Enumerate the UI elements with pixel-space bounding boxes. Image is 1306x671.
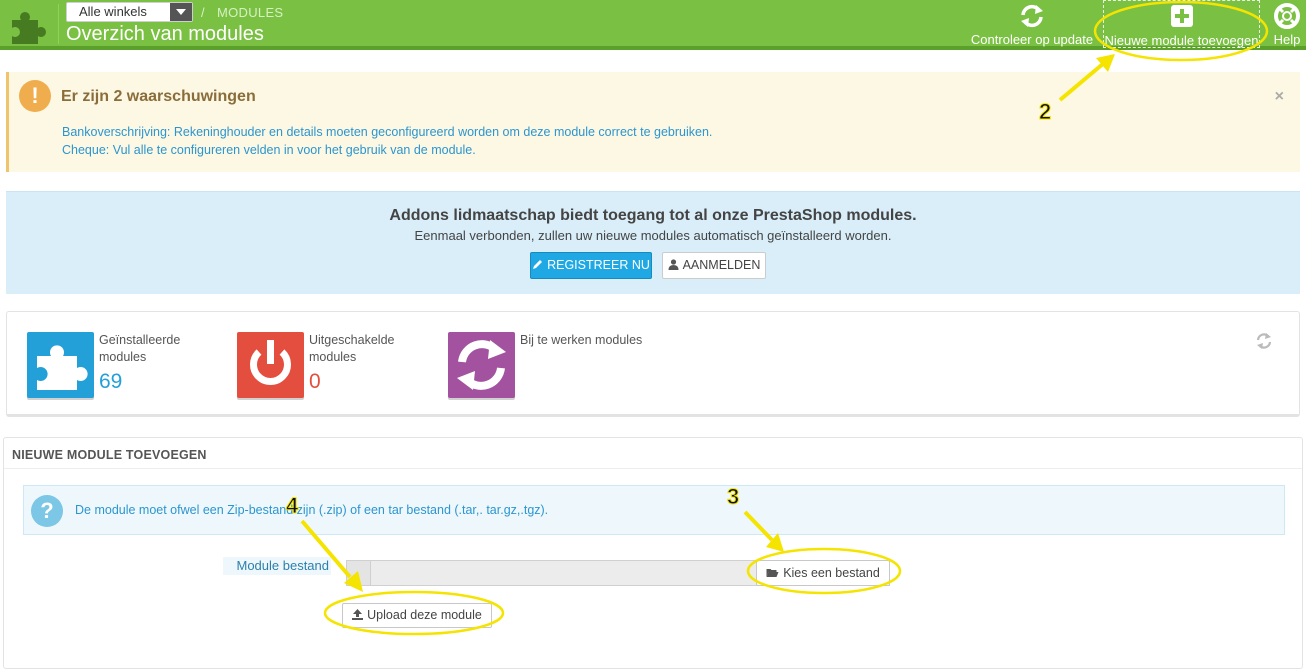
register-label: REGISTREER NU — [547, 258, 650, 272]
addons-title: Addons lidmaatschap biedt toegang tot al… — [389, 207, 917, 224]
warning-line-bankwire[interactable]: Bankoverschrijving: Rekeninghouder en de… — [62, 125, 712, 139]
disabled-modules-count[interactable]: 0 — [309, 370, 321, 394]
folder-open-icon — [766, 569, 779, 577]
addons-banner: Addons lidmaatschap biedt toegang tot al… — [6, 191, 1300, 294]
chevron-down-icon[interactable] — [170, 3, 192, 21]
upload-module-label: Upload deze module — [367, 608, 482, 622]
puzzle-logo-icon[interactable] — [8, 4, 50, 44]
add-new-module-label: Nieuwe module toevoegen — [1104, 33, 1259, 48]
info-alert: ? De module moet ofwel een Zip-bestand z… — [23, 485, 1285, 535]
add-new-module-button[interactable]: Nieuwe module toevoegen — [1103, 0, 1260, 48]
module-stats-panel: Geïnstalleerde modules 69 Uitgeschakelde… — [6, 311, 1300, 417]
refresh-icon — [1021, 4, 1043, 28]
info-text: De module moet ofwel een Zip-bestand zij… — [75, 503, 549, 517]
warning-alert: ! Er zijn 2 waarschuwingen Bankoverschri… — [6, 72, 1300, 172]
page-title: Overzich van modules — [66, 23, 264, 45]
add-module-panel: NIEUWE MODULE TOEVOEGEN ? De module moet… — [3, 437, 1303, 669]
close-icon[interactable]: × — [1275, 88, 1284, 106]
user-icon — [668, 259, 679, 270]
choose-file-label: Kies een bestand — [783, 566, 880, 580]
breadcrumb[interactable]: MODULES — [217, 5, 283, 20]
register-button[interactable]: REGISTREER NU — [530, 252, 652, 279]
modules-page: Alle winkels / MODULES Overzich van modu… — [0, 0, 1306, 671]
callout-number-3: 3 — [726, 484, 740, 510]
login-label: AANMELDEN — [682, 258, 761, 272]
addons-subtitle: Eenmaal verbonden, zullen uw nieuwe modu… — [414, 228, 892, 243]
puzzle-icon — [27, 332, 94, 398]
callout-number-4: 4 — [285, 493, 299, 519]
check-update-label: Controleer op update — [970, 32, 1094, 47]
disabled-modules-label: Uitgeschakelde modules — [309, 333, 395, 364]
panel-heading: NIEUWE MODULE TOEVOEGEN — [4, 438, 1302, 469]
warning-line-cheque[interactable]: Cheque: Vul alle te configureren velden … — [62, 143, 476, 157]
installed-modules-label: Geïnstalleerde modules — [99, 333, 181, 364]
choose-file-button[interactable]: Kies een bestand — [756, 560, 890, 586]
plus-square-icon — [1170, 5, 1193, 27]
check-update-button[interactable]: Controleer op update — [970, 0, 1094, 48]
help-label: Help — [1273, 32, 1301, 47]
lifebuoy-icon — [1274, 3, 1300, 29]
warning-icon: ! — [19, 80, 51, 112]
file-input-addon — [347, 561, 371, 585]
pencil-icon — [533, 260, 543, 269]
module-file-label: Module bestand — [223, 557, 331, 575]
power-icon — [237, 332, 304, 398]
upload-icon — [352, 609, 364, 620]
breadcrumb-separator: / — [201, 5, 205, 20]
help-button[interactable]: Help — [1268, 0, 1306, 48]
installed-modules-count[interactable]: 69 — [99, 370, 122, 394]
panel-title: NIEUWE MODULE TOEVOEGEN — [12, 448, 207, 462]
upload-module-button[interactable]: Upload deze module — [342, 603, 492, 628]
top-header: Alle winkels / MODULES Overzich van modu… — [0, 0, 1306, 50]
shop-selector[interactable]: Alle winkels — [66, 2, 193, 22]
shop-selector-value: Alle winkels — [79, 4, 147, 19]
header-divider — [58, 4, 59, 44]
warning-title: Er zijn 2 waarschuwingen — [61, 88, 256, 105]
refresh-stats-icon[interactable] — [1255, 332, 1273, 350]
callout-number-2: 2 — [1038, 99, 1052, 125]
refresh-icon — [448, 332, 515, 398]
login-button[interactable]: AANMELDEN — [662, 252, 766, 279]
question-icon: ? — [31, 495, 63, 527]
update-modules-label: Bij te werken modules — [520, 333, 643, 347]
